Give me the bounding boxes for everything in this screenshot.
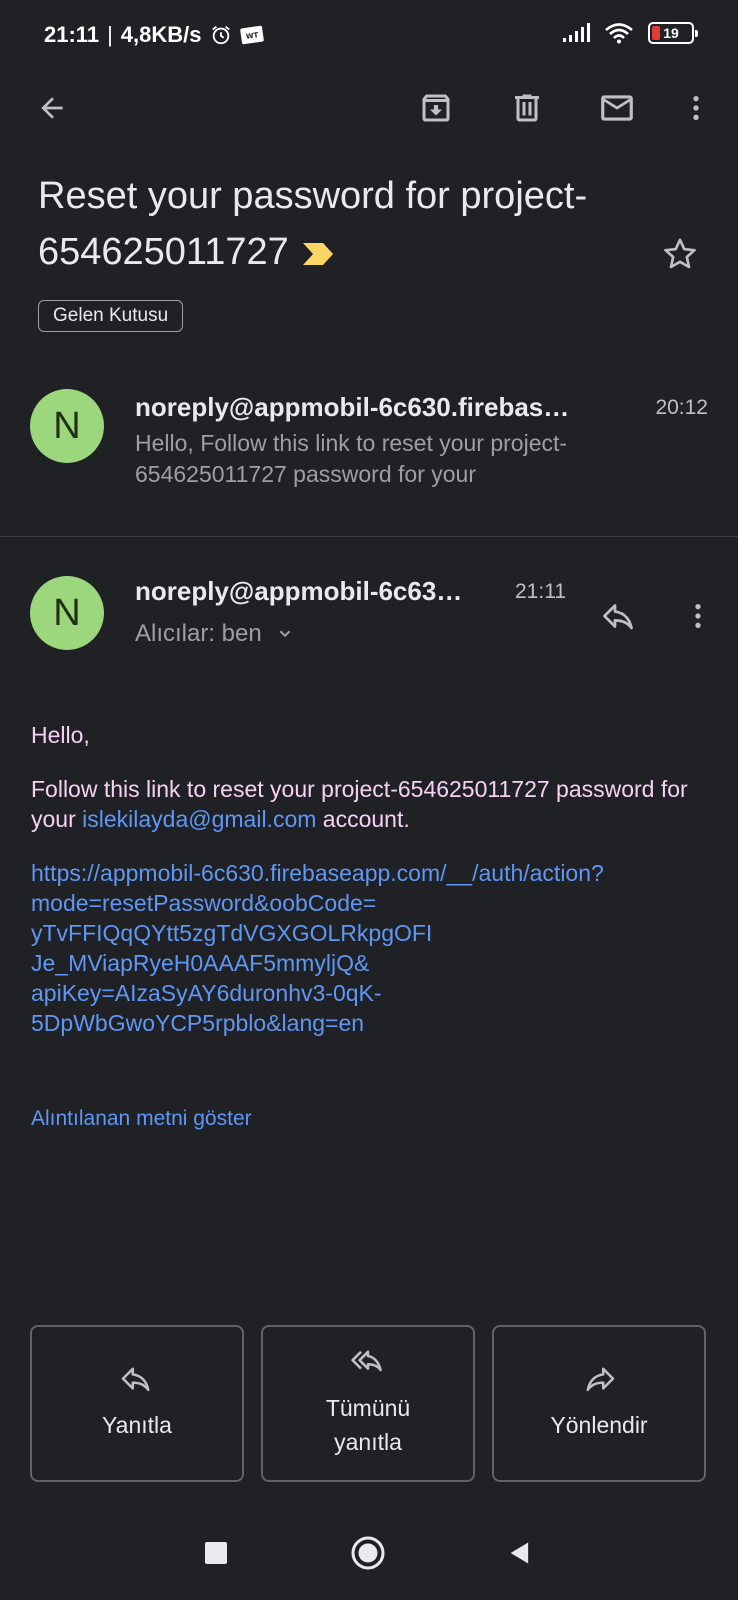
divider	[0, 536, 738, 537]
reply-label: Yanıtla	[102, 1411, 172, 1438]
archive-icon[interactable]	[414, 86, 458, 130]
webtoon-icon: WT	[239, 25, 264, 45]
status-left: 21:11 | 4,8KB/s WT	[44, 22, 264, 48]
reply-button[interactable]: Yanıtla	[30, 1325, 244, 1482]
battery-icon: 19	[648, 22, 698, 44]
email-address-link[interactable]: islekilayda@gmail.com	[82, 806, 316, 832]
show-quoted-text-link[interactable]: Alıntılanan metni göster	[31, 1107, 252, 1131]
recents-icon[interactable]	[196, 1533, 236, 1573]
reply-icon	[121, 1367, 150, 1391]
sender-name[interactable]: noreply@appmobil-6c63…	[135, 576, 505, 607]
forward-icon	[586, 1367, 615, 1391]
star-icon[interactable]	[660, 234, 700, 274]
delete-icon[interactable]	[505, 86, 549, 130]
status-bar: 21:11 | 4,8KB/s WT 19	[0, 0, 738, 70]
navigation-bar	[0, 1515, 738, 1600]
reply-all-label: Tümünü yanıtla	[325, 1394, 411, 1455]
more-vert-icon[interactable]	[674, 86, 718, 130]
status-net-speed: 4,8KB/s	[120, 22, 202, 47]
status-time: 21:11	[44, 22, 100, 47]
inbox-label-chip[interactable]: Gelen Kutusu	[38, 300, 184, 332]
battery-level: 19	[663, 25, 679, 41]
avatar: N	[30, 389, 104, 463]
body-paragraph: Follow this link to reset your project-6…	[31, 774, 711, 834]
reply-icon[interactable]	[596, 594, 640, 638]
reset-password-link[interactable]: https://appmobil-6c630.firebaseapp.com/_…	[31, 858, 721, 1038]
body-greeting: Hello,	[31, 722, 90, 748]
recipients-toggle[interactable]: Alıcılar: ben	[135, 620, 296, 648]
chevron-down-icon	[279, 630, 291, 638]
message-snippet[interactable]: Hello, Follow this link to reset your pr…	[135, 428, 655, 490]
reply-all-icon	[351, 1350, 382, 1371]
forward-label: Yönlendir	[550, 1411, 648, 1438]
wifi-icon	[605, 23, 633, 44]
reply-all-button[interactable]: Tümünü yanıtla	[261, 1325, 475, 1482]
message-time: 21:11	[515, 580, 566, 603]
home-icon[interactable]	[348, 1533, 388, 1573]
back-nav-icon[interactable]	[500, 1533, 540, 1573]
forward-button[interactable]: Yönlendir	[492, 1325, 706, 1482]
back-arrow-icon[interactable]	[30, 86, 74, 130]
mark-unread-icon[interactable]	[595, 86, 639, 130]
message-time: 20:12	[655, 396, 708, 419]
email-subject: Reset your password for project-65462501…	[38, 168, 658, 280]
toolbar	[0, 70, 738, 146]
more-vert-icon[interactable]	[676, 594, 720, 638]
body-text-post: account.	[322, 806, 410, 832]
sender-name[interactable]: noreply@appmobil-6c630.firebas…	[135, 392, 635, 423]
status-right: 19	[562, 22, 698, 44]
important-marker-icon[interactable]	[301, 241, 335, 267]
signal-icon	[563, 23, 590, 42]
alarm-icon	[211, 26, 230, 45]
status-separator: |	[107, 22, 113, 47]
recipients-text: Alıcılar: ben	[135, 620, 262, 647]
avatar: N	[30, 576, 104, 650]
